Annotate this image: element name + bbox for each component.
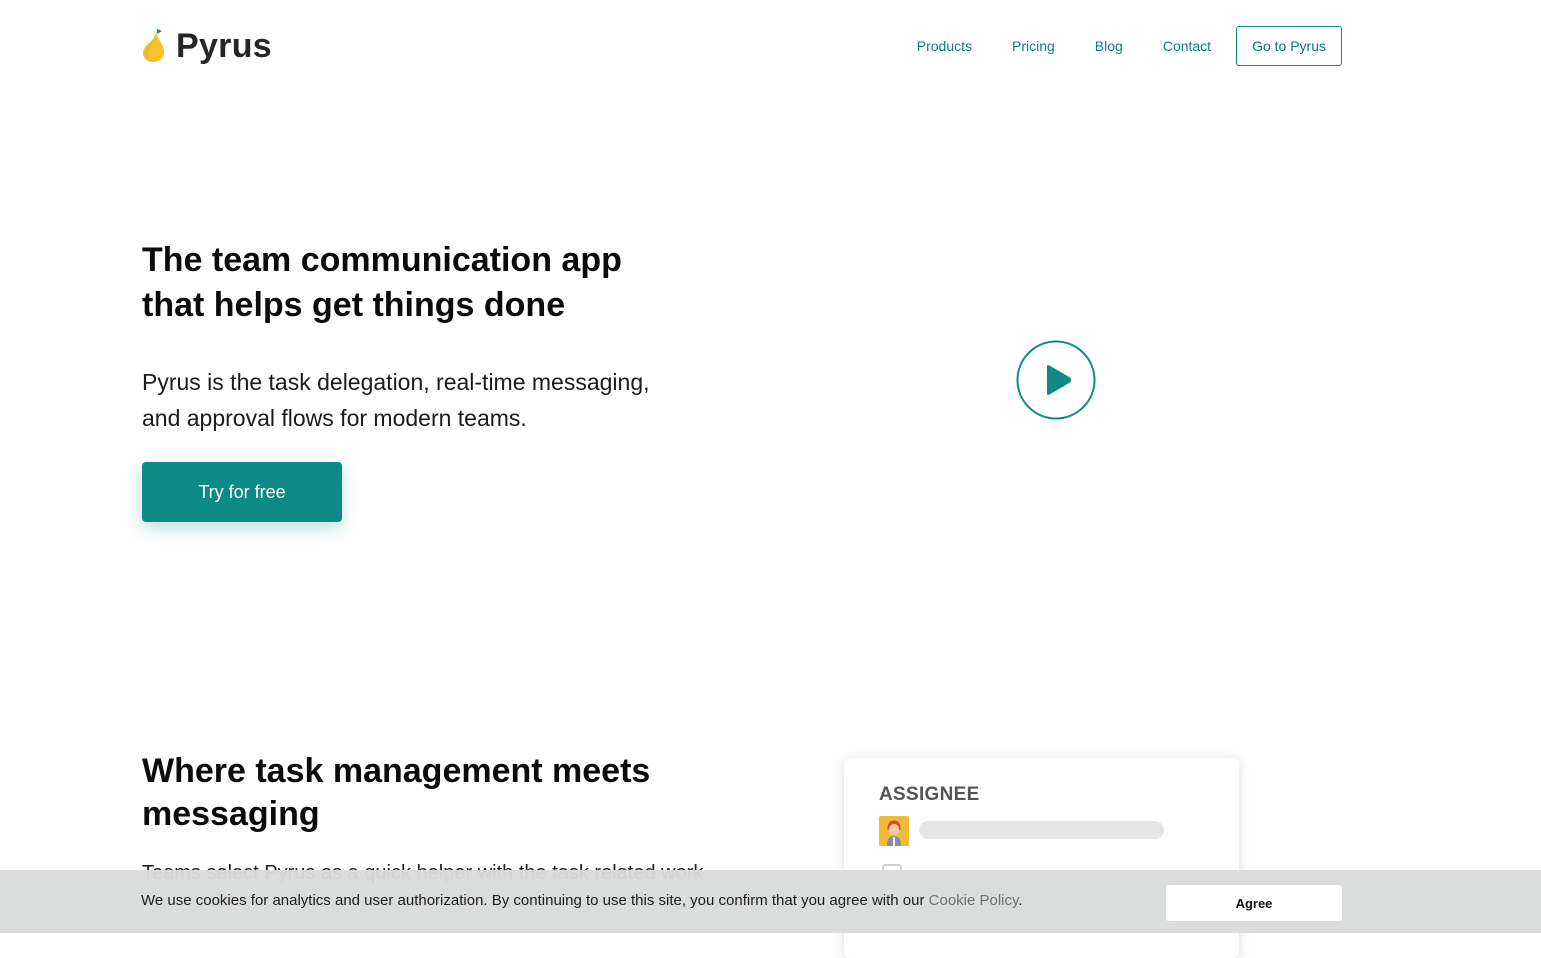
nav-blog-link[interactable]: Blog <box>1095 38 1123 54</box>
hero-title-line-2: that helps get things done <box>142 286 566 324</box>
hero-subtitle: Pyrus is the task delegation, real-time … <box>142 364 742 436</box>
cookie-message-text: We use cookies for analytics and user au… <box>141 892 929 909</box>
assignee-name-placeholder <box>919 821 1164 839</box>
hero-subtitle-line-1: Pyrus is the task delegation, real-time … <box>142 369 650 395</box>
cookie-banner: We use cookies for analytics and user au… <box>0 870 1541 933</box>
pear-logo-icon <box>143 29 164 62</box>
nav-contact-link[interactable]: Contact <box>1163 38 1211 54</box>
section-title: Where task management meets messaging <box>142 750 742 836</box>
cookie-message-suffix: . <box>1018 892 1023 909</box>
try-for-free-button[interactable]: Try for free <box>142 462 342 522</box>
nav-pricing-link[interactable]: Pricing <box>1012 38 1055 54</box>
nav-products-link[interactable]: Products <box>917 38 972 54</box>
hero-title: The team communication app that helps ge… <box>142 238 742 328</box>
section-title-line-1: Where task management meets <box>142 752 651 790</box>
section-title-line-2: messaging <box>142 795 320 833</box>
go-to-pyrus-button[interactable]: Go to Pyrus <box>1236 26 1342 66</box>
play-video-button[interactable] <box>1016 340 1096 420</box>
assignee-label: ASSIGNEE <box>879 784 980 805</box>
hero-subtitle-line-2: and approval flows for modern teams. <box>142 405 527 431</box>
user-avatar-icon <box>879 816 909 846</box>
site-header: Pyrus Products Pricing Blog Contact Go t… <box>142 22 1342 70</box>
main-nav: Products Pricing Blog Contact Go to Pyru… <box>877 26 1342 66</box>
agree-button[interactable]: Agree <box>1166 885 1342 921</box>
cookie-message: We use cookies for analytics and user au… <box>141 892 1023 909</box>
cookie-policy-link[interactable]: Cookie Policy <box>929 892 1019 909</box>
hero-title-line-1: The team communication app <box>142 241 622 279</box>
pyrus-logo[interactable]: Pyrus <box>142 27 272 66</box>
play-icon <box>1016 340 1096 420</box>
logo-wordmark: Pyrus <box>176 26 272 65</box>
